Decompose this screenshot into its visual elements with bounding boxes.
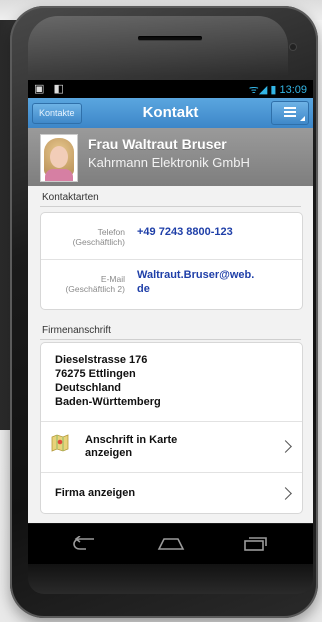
earpiece-speaker <box>138 36 202 40</box>
section-divider <box>40 339 301 340</box>
notification-icons: ▣ ◧ <box>34 83 67 95</box>
show-company-label: Firma anzeigen <box>55 487 136 499</box>
status-bar: ▣ ◧ ᯤ◢ ▮ 13:09 <box>28 80 313 98</box>
phone-chin <box>28 564 313 594</box>
phone-value[interactable]: +49 7243 8800-123 <box>137 225 294 239</box>
contact-company: Kahrmann Elektronik GmbH <box>88 155 250 170</box>
menu-corner-icon <box>300 116 305 121</box>
action-bar: Kontakte Kontakt <box>28 98 313 129</box>
clock: 13:09 <box>279 84 307 96</box>
phone-label: Telefon (Geschäftlich) <box>72 227 125 247</box>
phone-shine <box>28 16 288 76</box>
company-address-card: Dieselstrasse 176 76275 Ettlingen Deutsc… <box>40 342 303 514</box>
avatar <box>40 134 78 182</box>
show-map-label: Anschrift in Karte anzeigen <box>85 434 178 459</box>
show-map-row[interactable]: Anschrift in Karte anzeigen <box>41 422 302 473</box>
home-icon[interactable] <box>156 536 186 552</box>
contact-header: Frau Waltraut Bruser Kahrmann Elektronik… <box>28 128 313 186</box>
email-row[interactable]: E-Mail (Geschäftlich 2) Waltraut.Bruser@… <box>41 260 302 309</box>
navigation-bar <box>28 524 313 564</box>
section-company-address: Firmenanschrift <box>42 325 111 336</box>
chevron-right-icon <box>279 440 292 453</box>
overflow-menu-button[interactable] <box>271 101 309 125</box>
front-camera <box>290 44 296 50</box>
chevron-right-icon <box>279 487 292 500</box>
email-label: E-Mail (Geschäftlich 2) <box>65 274 125 294</box>
section-divider <box>40 206 301 207</box>
overflow-menu-icon <box>284 107 296 119</box>
address-row: Dieselstrasse 176 76275 Ettlingen Deutsc… <box>41 343 302 422</box>
contact-types-card: Telefon (Geschäftlich) +49 7243 8800-123… <box>40 212 303 310</box>
back-arrow-icon[interactable] <box>72 536 98 552</box>
address-block: Dieselstrasse 176 76275 Ettlingen Deutsc… <box>55 354 161 408</box>
show-company-row[interactable]: Firma anzeigen <box>41 473 302 513</box>
status-right: ᯤ◢ ▮ 13:09 <box>249 82 307 97</box>
section-contact-types: Kontaktarten <box>42 192 99 203</box>
signal-icon: ᯤ◢ ▮ <box>248 84 277 96</box>
phone-row[interactable]: Telefon (Geschäftlich) +49 7243 8800-123 <box>41 213 302 260</box>
phone-screen: ▣ ◧ ᯤ◢ ▮ 13:09 Kontakte Kontakt Frau Wal… <box>28 80 313 523</box>
map-icon <box>51 434 69 452</box>
recent-apps-icon[interactable] <box>242 536 268 552</box>
email-value[interactable]: Waltraut.Bruser@web. de <box>137 268 294 296</box>
contact-name: Frau Waltraut Bruser <box>88 136 227 152</box>
